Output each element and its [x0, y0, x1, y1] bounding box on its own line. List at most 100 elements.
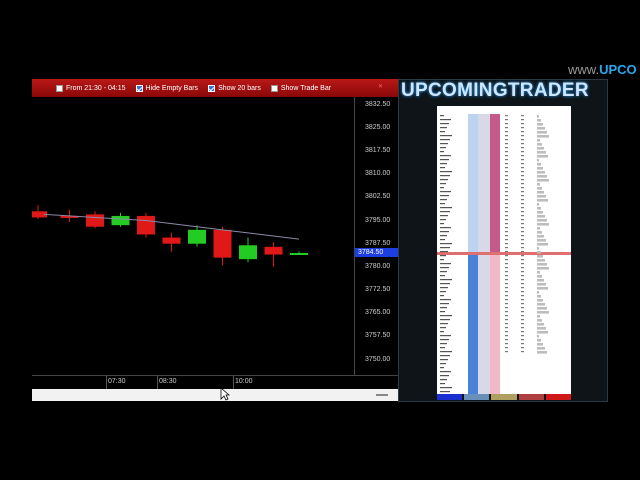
- hide-empty-checkbox-box[interactable]: [135, 84, 143, 92]
- last-trade-row: [437, 252, 571, 255]
- volume-bar: [537, 215, 545, 218]
- ladder-row-text: [505, 351, 508, 353]
- show-trade-bar-checkbox[interactable]: Show Trade Bar: [270, 84, 332, 92]
- ladder-row-text: [521, 307, 524, 309]
- ladder-row-text: [440, 215, 448, 217]
- volume-bar: [537, 307, 547, 310]
- ladder-row-text: [505, 335, 508, 337]
- ladder-row-text: [440, 191, 451, 193]
- ladder-row-text: [521, 203, 524, 205]
- ladder-row-text: [521, 299, 524, 301]
- price-label: 3757.50: [365, 332, 391, 340]
- show-bars-checkbox-box[interactable]: [208, 84, 216, 92]
- volume-bar: [537, 155, 548, 158]
- time-label: 10:00: [235, 378, 253, 385]
- volume-bar: [537, 335, 539, 338]
- volume-bar: [537, 311, 549, 314]
- ladder-button-2[interactable]: [464, 394, 490, 400]
- candlestick-chart[interactable]: [32, 97, 354, 375]
- ladder-row-text: [505, 143, 508, 145]
- ladder-row-text: [505, 239, 508, 241]
- status-bar: [32, 389, 398, 401]
- ladder-button-4[interactable]: [518, 394, 544, 400]
- ladder-row-text: [440, 179, 448, 181]
- volume-bar: [537, 263, 547, 266]
- volume-bar: [537, 295, 541, 298]
- ladder-row-text: [505, 291, 508, 293]
- ladder-button-5[interactable]: [545, 394, 572, 400]
- ladder-row-text: [505, 227, 508, 229]
- hide-empty-bars-checkbox[interactable]: Hide Empty Bars: [135, 84, 198, 92]
- close-icon[interactable]: ✕: [378, 83, 384, 90]
- ladder-background: [437, 106, 571, 394]
- ladder-row-text: [521, 143, 524, 145]
- volume-bar: [537, 223, 549, 226]
- ladder-row-text: [440, 319, 450, 321]
- ladder-row-text: [521, 351, 524, 353]
- ladder-row-text: [521, 343, 524, 345]
- volume-bar: [537, 351, 547, 354]
- ladder-row-text: [505, 275, 508, 277]
- show-bars-checkbox[interactable]: Show 20 bars: [208, 84, 261, 92]
- volume-bar: [537, 319, 542, 322]
- ladder-button-1[interactable]: [437, 394, 463, 400]
- ladder-row-text: [521, 159, 524, 161]
- volume-bar: [537, 343, 543, 346]
- ladder-row-text: [505, 315, 508, 317]
- ladder-row-text: [440, 175, 450, 177]
- ladder-row-text: [521, 239, 524, 241]
- ladder-row-text: [440, 291, 446, 293]
- ladder-row-text: [505, 215, 508, 217]
- ladder-grid[interactable]: [437, 106, 571, 394]
- from-time-checkbox[interactable]: From 21:30 - 04:15: [56, 84, 126, 92]
- ladder-row-text: [505, 135, 508, 137]
- ladder-row-text: [505, 175, 508, 177]
- time-label: 07:30: [108, 378, 126, 385]
- volume-bar: [537, 159, 539, 162]
- ladder-row-text: [440, 323, 448, 325]
- depth-of-market-panel: UPCOMINGTRADER: [398, 79, 608, 402]
- ladder-row-text: [505, 319, 508, 321]
- ladder-row-text: [521, 251, 524, 253]
- volume-bar: [537, 203, 539, 206]
- volume-bar: [537, 259, 545, 262]
- ladder-row-text: [521, 139, 524, 141]
- show-trade-bar-checkbox-box[interactable]: [270, 84, 278, 92]
- ladder-row-text: [505, 259, 508, 261]
- show-trade-bar-label: Show Trade Bar: [280, 84, 332, 92]
- ask-column-upper: [490, 114, 500, 254]
- ladder-row-text: [505, 295, 508, 297]
- ladder-button-3[interactable]: [491, 394, 517, 400]
- from-checkbox-box[interactable]: [56, 84, 63, 92]
- ladder-row-text: [521, 287, 524, 289]
- price-axis: 3832.50 3825.00 3817.50 3810.00 3802.50 3795.…: [354, 97, 399, 375]
- ladder-row-text: [521, 283, 524, 285]
- price-ladder[interactable]: [437, 106, 571, 394]
- ladder-row-text: [521, 131, 524, 133]
- volume-bar: [537, 323, 544, 326]
- ladder-row-text: [505, 119, 508, 121]
- ladder-row-text: [505, 155, 508, 157]
- ladder-row-text: [440, 219, 446, 221]
- ladder-row-text: [521, 199, 524, 201]
- ladder-row-text: [440, 311, 445, 313]
- volume-bar: [537, 227, 540, 230]
- ladder-row-text: [440, 295, 444, 297]
- ladder-row-text: [505, 219, 508, 221]
- ladder-row-text: [440, 307, 447, 309]
- ladder-row-text: [521, 235, 524, 237]
- time-tick: [157, 376, 158, 389]
- ladder-row-text: [521, 263, 524, 265]
- ladder-row-text: [505, 235, 508, 237]
- volume-bar: [537, 287, 548, 290]
- resize-grip-icon[interactable]: [376, 394, 388, 396]
- volume-bar: [537, 163, 541, 166]
- ladder-row-text: [440, 363, 446, 365]
- ladder-row-text: [440, 259, 444, 261]
- volume-bar: [537, 207, 541, 210]
- ladder-row-text: [521, 303, 524, 305]
- ladder-row-text: [505, 283, 508, 285]
- ladder-row-text: [440, 315, 452, 317]
- time-label: 08:30: [159, 378, 177, 385]
- ladder-row-text: [521, 179, 524, 181]
